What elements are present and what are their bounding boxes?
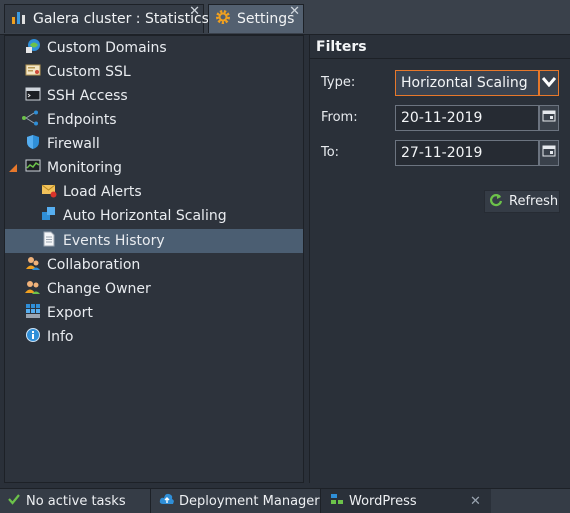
tree-item-custom-ssl[interactable]: Custom SSL — [5, 60, 303, 84]
filters-title: Filters — [316, 39, 367, 55]
certificate-icon — [25, 62, 41, 82]
tasks-status-label: No active tasks — [26, 493, 126, 509]
to-calendar-button[interactable] — [539, 140, 559, 166]
mail-alert-icon — [41, 182, 57, 202]
users-icon — [25, 255, 41, 275]
divider — [150, 489, 151, 513]
from-calendar-button[interactable] — [539, 105, 559, 131]
tab-settings-label: Settings — [237, 11, 295, 27]
wordpress-label: WordPress — [349, 493, 417, 509]
tree-item-firewall[interactable]: Firewall — [5, 132, 303, 156]
document-icon — [41, 231, 57, 251]
tab-statistics-label: Galera cluster : Statistics — [33, 11, 209, 27]
deployment-manager-tab[interactable]: Deployment Manager — [159, 489, 320, 513]
tasks-status[interactable]: No active tasks — [8, 489, 126, 513]
tab-statistics[interactable]: Galera cluster : Statistics ✕ — [4, 4, 209, 33]
tree-item-label: Collaboration — [47, 257, 141, 273]
deployment-manager-label: Deployment Manager — [179, 493, 320, 509]
from-label: From: — [321, 110, 358, 125]
type-label: Type: — [321, 75, 356, 90]
gear-icon — [215, 9, 231, 29]
tree-item-label: Custom SSL — [47, 64, 131, 80]
tree-item-label: Custom Domains — [47, 40, 167, 56]
tree-item-auto-horizontal-scaling[interactable]: Auto Horizontal Scaling — [5, 204, 303, 228]
to-date-field[interactable]: 27-11-2019 — [395, 140, 539, 166]
tree-item-events-history[interactable]: Events History — [5, 229, 303, 253]
close-icon[interactable]: ✕ — [470, 489, 481, 513]
tree-item-label: Firewall — [47, 136, 100, 152]
monitor-icon — [25, 158, 41, 178]
refresh-icon — [489, 193, 503, 211]
to-date-value: 27-11-2019 — [401, 145, 483, 161]
type-select-value: Horizontal Scaling — [401, 75, 528, 91]
tree-item-ssh-access[interactable]: SSH Access — [5, 84, 303, 108]
tree-item-label: Info — [47, 329, 74, 345]
tree-item-info[interactable]: Info — [5, 325, 303, 349]
close-icon[interactable]: ✕ — [189, 5, 200, 18]
cubes-icon — [41, 206, 57, 226]
tab-bar: Galera cluster : Statistics ✕ Settings ✕ — [0, 0, 570, 35]
type-select[interactable]: Horizontal Scaling — [395, 70, 539, 96]
status-bar: No active tasks Deployment Manager WordP… — [0, 488, 570, 513]
tree-item-label: Endpoints — [47, 112, 117, 128]
tree-item-export[interactable]: Export — [5, 301, 303, 325]
calendar-icon — [542, 145, 556, 161]
cloud-upload-icon — [159, 492, 175, 510]
tree-item-custom-domains[interactable]: Custom Domains — [5, 36, 303, 60]
to-label: To: — [321, 145, 340, 160]
calendar-icon — [542, 110, 556, 126]
change-owner-icon — [25, 279, 41, 299]
settings-tree: Custom Domains Custom SSL SSH Access End… — [4, 35, 304, 483]
tree-item-label: Load Alerts — [63, 184, 142, 200]
export-icon — [25, 303, 41, 323]
environment-icon — [330, 493, 344, 509]
tree-item-change-owner[interactable]: Change Owner — [5, 277, 303, 301]
shield-icon — [25, 134, 41, 154]
tree-item-load-alerts[interactable]: Load Alerts — [5, 180, 303, 204]
tree-item-monitoring[interactable]: Monitoring — [5, 156, 303, 180]
divider — [310, 58, 570, 59]
tree-item-label: Export — [47, 305, 93, 321]
expand-arrow-icon[interactable] — [9, 164, 17, 172]
globe-icon — [25, 38, 41, 58]
tree-item-label: Change Owner — [47, 281, 151, 297]
close-icon[interactable]: ✕ — [289, 5, 300, 18]
terminal-icon — [25, 86, 41, 106]
wordpress-tab[interactable]: WordPress — [330, 489, 417, 513]
chevron-down-icon — [541, 75, 557, 91]
tree-item-label: Events History — [63, 233, 165, 249]
tree-item-collaboration[interactable]: Collaboration — [5, 253, 303, 277]
tab-settings[interactable]: Settings ✕ — [208, 4, 304, 33]
tree-item-label: Monitoring — [47, 160, 122, 176]
info-icon — [25, 327, 41, 347]
from-date-value: 20-11-2019 — [401, 110, 483, 126]
tree-item-label: Auto Horizontal Scaling — [63, 208, 227, 224]
tree-item-label: SSH Access — [47, 88, 128, 104]
tree-item-endpoints[interactable]: Endpoints — [5, 108, 303, 132]
bar-chart-icon — [11, 9, 27, 29]
type-dropdown-button[interactable] — [539, 70, 559, 96]
refresh-label: Refresh — [509, 194, 559, 209]
refresh-button[interactable]: Refresh — [484, 190, 560, 213]
endpoints-icon — [21, 110, 41, 130]
check-icon — [8, 493, 20, 509]
from-date-field[interactable]: 20-11-2019 — [395, 105, 539, 131]
filters-panel: Filters Type: Horizontal Scaling From: 2… — [309, 35, 570, 483]
